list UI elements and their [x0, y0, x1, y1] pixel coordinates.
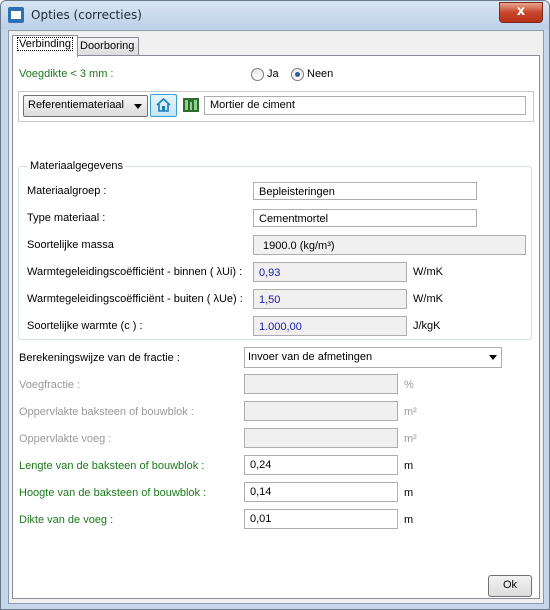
dikte-voeg-label: Dikte van de voeg :	[19, 514, 114, 526]
dikte-voeg-field[interactable]: 0,01	[244, 509, 398, 529]
tab-panel-verbinding: Voegdikte < 3 mm : Ja Neen Referentiemat…	[12, 55, 540, 599]
lambda-buiten-field: 1,50	[253, 289, 407, 309]
berekeningswijze-select[interactable]: Invoer van de afmetingen	[244, 347, 502, 368]
oppervlakte-baksteen-label: Oppervlakte baksteen of bouwblok :	[19, 406, 194, 418]
house-button[interactable]	[150, 94, 177, 117]
tab-verbinding[interactable]: Verbinding	[12, 35, 78, 57]
berekeningswijze-label: Berekeningswijze van de fractie :	[19, 352, 180, 364]
hoogte-baksteen-unit: m	[404, 487, 414, 499]
material-swatch-icon	[183, 98, 199, 112]
select-dropdown-button[interactable]	[484, 348, 501, 367]
ok-button[interactable]: Ok	[488, 575, 532, 597]
lambda-buiten-label: Warmtegeleidingscoëfficiënt - buiten ( λ…	[27, 293, 243, 305]
lambda-binnen-field: 0,93	[253, 262, 407, 282]
radio-neen-label: Neen	[307, 68, 334, 80]
lambda-binnen-unit: W/mK	[413, 266, 443, 278]
house-icon	[156, 98, 171, 112]
app-icon	[8, 7, 24, 23]
materiaalgroep-field[interactable]: Bepleisteringen	[253, 182, 477, 200]
soortelijke-warmte-label: Soortelijke warmte (c ) :	[27, 320, 143, 332]
group-title: Materiaalgegevens	[28, 160, 125, 172]
voegfractie-field	[244, 374, 398, 394]
dialog-window: Opties (correcties) x Verbinding Doorbor…	[0, 0, 550, 610]
oppervlakte-voeg-unit: m²	[404, 433, 417, 445]
soortelijke-massa-field: 1900.0 (kg/m³)	[253, 235, 526, 255]
voegdikte-label: Voegdikte < 3 mm :	[19, 68, 114, 80]
type-materiaal-field[interactable]: Cementmortel	[253, 209, 477, 227]
dialog-client: Verbinding Doorboring Voegdikte < 3 mm :…	[8, 30, 544, 604]
lengte-baksteen-label: Lengte van de baksteen of bouwblok :	[19, 460, 205, 472]
soortelijke-massa-label: Soortelijke massa	[27, 239, 114, 251]
dikte-voeg-unit: m	[404, 514, 414, 526]
berekeningswijze-value: Invoer van de afmetingen	[248, 351, 373, 363]
materiaalgroep-label: Materiaalgroep :	[27, 185, 107, 197]
radio-ja-label: Ja	[267, 68, 279, 80]
tab-doorboring[interactable]: Doorboring	[75, 37, 140, 56]
type-materiaal-label: Type materiaal :	[27, 212, 106, 224]
hoogte-baksteen-field[interactable]: 0,14	[244, 482, 398, 502]
soortelijke-warmte-field: 1.000,00	[253, 316, 407, 336]
lengte-baksteen-unit: m	[404, 460, 414, 472]
title-bar[interactable]: Opties (correcties) x	[1, 1, 549, 29]
reference-material-dropdown[interactable]: Referentiemateriaal	[23, 95, 148, 117]
radio-ja[interactable]	[251, 68, 264, 81]
lambda-binnen-label: Warmtegeleidingscoëfficiënt - binnen ( λ…	[27, 266, 243, 278]
material-data-group: Materiaalgegevens Materiaalgroep : Beple…	[18, 160, 532, 340]
close-button[interactable]: x	[499, 2, 543, 23]
oppervlakte-voeg-label: Oppervlakte voeg :	[19, 433, 112, 445]
material-toolbar: Referentiemateriaal Mortier de ciment	[18, 91, 534, 122]
lengte-baksteen-field[interactable]: 0,24	[244, 455, 398, 475]
soortelijke-warmte-unit: J/kgK	[413, 320, 441, 332]
radio-neen[interactable]	[291, 68, 304, 81]
oppervlakte-baksteen-field	[244, 401, 398, 421]
oppervlakte-baksteen-unit: m²	[404, 406, 417, 418]
material-name-field[interactable]: Mortier de ciment	[204, 96, 526, 115]
oppervlakte-voeg-field	[244, 428, 398, 448]
hoogte-baksteen-label: Hoogte van de baksteen of bouwblok :	[19, 487, 207, 499]
chevron-down-icon	[134, 104, 142, 109]
voegfractie-unit: %	[404, 379, 414, 391]
voegfractie-label: Voegfractie :	[19, 379, 81, 391]
window-title: Opties (correcties)	[31, 8, 142, 22]
lambda-buiten-unit: W/mK	[413, 293, 443, 305]
chevron-down-icon	[489, 355, 497, 360]
reference-material-label: Referentiemateriaal	[28, 99, 124, 111]
